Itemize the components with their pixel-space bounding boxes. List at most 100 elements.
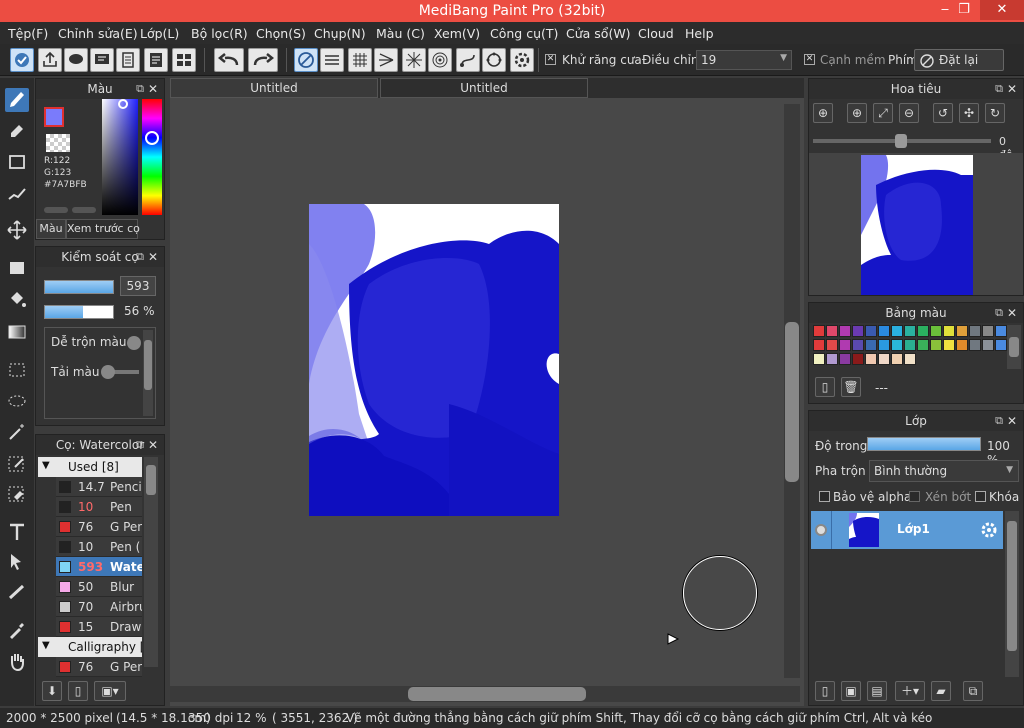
palette-swatch[interactable] bbox=[982, 325, 994, 337]
eye-icon[interactable] bbox=[815, 524, 827, 536]
palette-swatch[interactable] bbox=[826, 325, 838, 337]
snap-off-icon[interactable] bbox=[294, 48, 318, 72]
menu-help[interactable]: Help bbox=[685, 26, 714, 41]
zoom-fit-icon[interactable]: ⊕ bbox=[813, 103, 833, 123]
canvas-area[interactable] bbox=[170, 98, 804, 706]
new-1bit-layer-icon[interactable]: ▤ bbox=[867, 681, 887, 701]
palette-swatch[interactable] bbox=[943, 339, 955, 351]
palette-swatch[interactable] bbox=[969, 325, 981, 337]
parallel-snap-icon[interactable] bbox=[320, 48, 344, 72]
list-item[interactable]: 50 Blur bbox=[56, 577, 142, 597]
tab-document-2[interactable]: Untitled bbox=[380, 78, 588, 98]
brush-tool-icon[interactable] bbox=[5, 88, 29, 112]
params-scrollbar[interactable] bbox=[143, 330, 153, 416]
blend-mode-select[interactable]: Bình thường ▼ bbox=[869, 460, 1019, 482]
hue-picker[interactable] bbox=[145, 131, 159, 145]
reset-button[interactable]: Đặt lại bbox=[914, 49, 1004, 71]
layer-row[interactable]: Lớp1 bbox=[811, 511, 1003, 549]
rotation-slider-knob[interactable] bbox=[895, 134, 907, 148]
protect-alpha-checkbox[interactable] bbox=[819, 491, 830, 502]
palette-swatch[interactable] bbox=[917, 339, 929, 351]
list-item[interactable]: 593 Watercolor bbox=[56, 557, 142, 577]
divide-tool-icon[interactable] bbox=[5, 580, 29, 604]
list-item[interactable]: 10 Pen bbox=[56, 497, 142, 517]
palette-swatch[interactable] bbox=[982, 339, 994, 351]
select-pen-icon[interactable] bbox=[5, 452, 29, 476]
group-used[interactable]: ▼ Used [8] bbox=[38, 457, 142, 477]
palette-swatch[interactable] bbox=[852, 325, 864, 337]
share-icon[interactable] bbox=[38, 48, 62, 72]
fit-screen-icon[interactable]: ⤢ bbox=[873, 103, 893, 123]
comment-icon[interactable] bbox=[64, 48, 88, 72]
soft-edge-checkbox[interactable]: ✕ bbox=[804, 54, 815, 65]
menu-color[interactable]: Màu (C) bbox=[376, 26, 425, 41]
palette-swatch[interactable] bbox=[826, 339, 838, 351]
close-icon[interactable]: ✕ bbox=[1007, 411, 1017, 431]
menu-select[interactable]: Chọn(S) bbox=[256, 26, 306, 41]
brush-size-slider[interactable] bbox=[44, 280, 114, 294]
color-add-button[interactable] bbox=[44, 207, 68, 213]
operation-tool-icon[interactable] bbox=[5, 550, 29, 574]
menu-view[interactable]: Xem(V) bbox=[434, 26, 480, 41]
list-item[interactable]: 10 Pen ( bbox=[56, 537, 142, 557]
cross-snap-icon[interactable] bbox=[348, 48, 372, 72]
popout-icon[interactable]: ⧉ bbox=[136, 435, 144, 455]
list-item[interactable]: 76 G Pen bbox=[56, 517, 142, 537]
clipping-checkbox[interactable] bbox=[909, 491, 920, 502]
list-item[interactable]: 76 G Pen bbox=[56, 657, 142, 677]
menu-layer[interactable]: Lớp(L) bbox=[140, 26, 179, 41]
document-icon[interactable] bbox=[116, 48, 140, 72]
hand-tool-icon[interactable] bbox=[5, 650, 29, 674]
palette-swatch[interactable] bbox=[878, 353, 890, 365]
palette-swatch[interactable] bbox=[852, 353, 864, 365]
close-icon[interactable]: ✕ bbox=[148, 247, 158, 267]
list-item[interactable]: 14.7 Pencil bbox=[56, 477, 142, 497]
palette-swatch[interactable] bbox=[917, 325, 929, 337]
palette-swatch[interactable] bbox=[839, 325, 851, 337]
cloud-download-icon[interactable]: ⬇ bbox=[42, 681, 62, 701]
curve-snap-icon[interactable] bbox=[456, 48, 480, 72]
load-slider-knob[interactable] bbox=[101, 365, 115, 379]
palette-swatch[interactable] bbox=[956, 339, 968, 351]
list-item[interactable]: 70 Airbrush bbox=[56, 597, 142, 617]
group-calligraphy[interactable]: ▼ Calligraphy [12] bbox=[38, 637, 142, 657]
line-tool-icon[interactable] bbox=[5, 182, 29, 206]
menu-edit[interactable]: Chỉnh sửa(E) bbox=[58, 26, 138, 41]
palette-swatch[interactable] bbox=[813, 339, 825, 351]
text-tool-icon[interactable] bbox=[5, 520, 29, 544]
palette-swatch[interactable] bbox=[956, 325, 968, 337]
rotate-left-icon[interactable]: ↺ bbox=[933, 103, 953, 123]
menu-cloud[interactable]: Cloud bbox=[638, 26, 674, 41]
snap-settings-icon[interactable] bbox=[510, 48, 534, 72]
eraser-tool-icon[interactable] bbox=[5, 118, 29, 142]
close-icon[interactable]: ✕ bbox=[148, 79, 158, 99]
antialias-checkbox[interactable]: ✕ bbox=[545, 54, 556, 65]
canvas-vscrollbar[interactable] bbox=[784, 104, 800, 678]
eyedropper-tool-icon[interactable] bbox=[5, 618, 29, 642]
redo-icon[interactable] bbox=[248, 48, 278, 72]
lock-checkbox[interactable] bbox=[975, 491, 986, 502]
undo-icon[interactable] bbox=[214, 48, 244, 72]
popout-icon[interactable]: ⧉ bbox=[995, 411, 1003, 431]
palette-swatch[interactable] bbox=[826, 353, 838, 365]
sv-picker[interactable] bbox=[118, 99, 128, 109]
palette-swatch[interactable] bbox=[904, 339, 916, 351]
hue-slider[interactable] bbox=[142, 99, 162, 215]
palette-swatch[interactable] bbox=[891, 339, 903, 351]
folder-icon[interactable]: ▰ bbox=[931, 681, 951, 701]
palette-swatch[interactable] bbox=[852, 339, 864, 351]
palette-swatch[interactable] bbox=[930, 325, 942, 337]
drawing-canvas[interactable] bbox=[309, 204, 559, 516]
palette-swatch[interactable] bbox=[969, 339, 981, 351]
close-icon[interactable]: ✕ bbox=[148, 435, 158, 455]
palette-swatch[interactable] bbox=[813, 325, 825, 337]
fill-rect-tool-icon[interactable] bbox=[5, 256, 29, 280]
palette-swatch[interactable] bbox=[878, 325, 890, 337]
menu-window[interactable]: Cửa sổ(W) bbox=[566, 26, 631, 41]
layers-scrollbar[interactable] bbox=[1005, 511, 1019, 677]
navigator-view[interactable] bbox=[809, 153, 1023, 295]
palette-swatch[interactable] bbox=[995, 325, 1007, 337]
list-item[interactable]: 15 Drawing bbox=[56, 617, 142, 637]
palette-swatch[interactable] bbox=[865, 353, 877, 365]
palette-swatch[interactable] bbox=[878, 339, 890, 351]
